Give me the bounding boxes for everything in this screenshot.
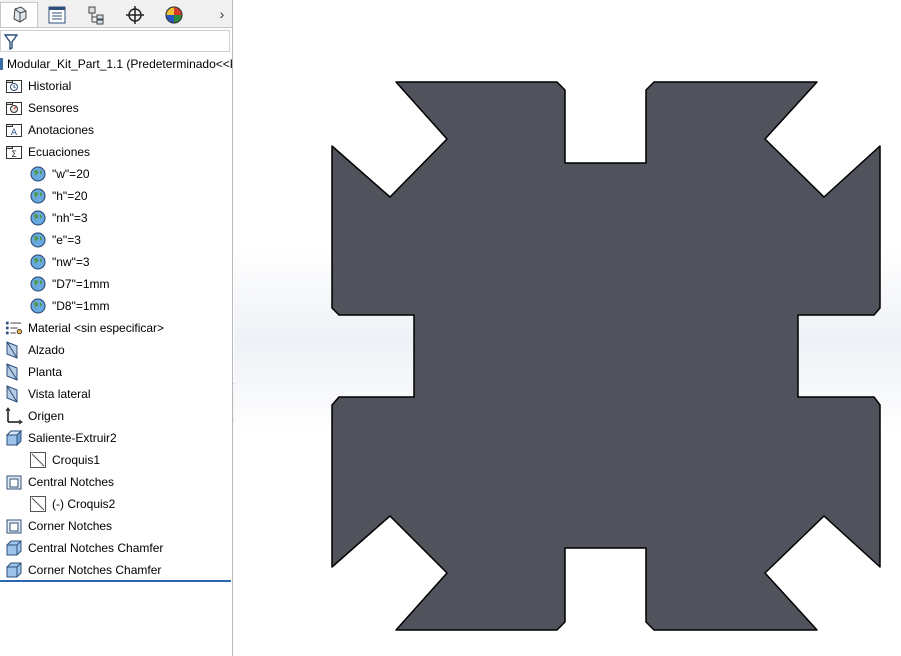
- tree-item-d8-1mm[interactable]: "D8"=1mm: [29, 296, 110, 316]
- tree-item-label: Croquis1: [52, 453, 101, 467]
- global-variable-icon: [29, 165, 47, 183]
- plane-icon: [5, 363, 23, 381]
- configuration-icon: [88, 6, 104, 24]
- tree-item-alzado[interactable]: Alzado: [5, 340, 65, 360]
- tree-item-nw-3[interactable]: "nw"=3: [29, 252, 90, 272]
- annotations-folder-icon: A: [5, 121, 23, 139]
- tree-item-label: "h"=20: [52, 189, 88, 203]
- chamfer-icon: [5, 561, 23, 579]
- feature-manager-panel: › Modular_Kit_Part_1.1 (Predeterminado<<…: [0, 0, 233, 656]
- tree-item-saliente-extruir2[interactable]: Saliente-Extruir2: [5, 428, 117, 448]
- tree-item-label: "D7"=1mm: [52, 277, 110, 291]
- tree-item-planta[interactable]: Planta: [5, 362, 62, 382]
- tree-item-central-notches[interactable]: Central Notches: [5, 472, 114, 492]
- global-variable-icon: [29, 209, 47, 227]
- equations-folder-icon: Σ: [5, 143, 23, 161]
- tree-item-label: Alzado: [28, 343, 65, 357]
- plane-icon: [5, 341, 23, 359]
- rollback-bar[interactable]: [0, 580, 231, 582]
- origin-icon: [5, 407, 23, 425]
- tree-item-label: "D8"=1mm: [52, 299, 110, 313]
- tree-item-label: "e"=3: [52, 233, 81, 247]
- tree-item-h-20[interactable]: "h"=20: [29, 186, 88, 206]
- chamfer-icon: [5, 539, 23, 557]
- tree-item-corner-notches-chamfer[interactable]: Corner Notches Chamfer: [5, 560, 161, 580]
- configuration-manager-tab[interactable]: [77, 2, 115, 27]
- tree-item-label: Central Notches: [28, 475, 115, 489]
- svg-text:A: A: [11, 128, 18, 138]
- tree-item-vista-lateral[interactable]: Vista lateral: [5, 384, 90, 404]
- history-folder-icon: [5, 77, 23, 95]
- tree-item-label: "nh"=3: [52, 211, 88, 225]
- dimxpert-manager-tab[interactable]: [116, 2, 154, 27]
- tree-item-material-sin-especificar[interactable]: Material <sin especificar>: [5, 318, 164, 338]
- tree-item-ecuaciones[interactable]: Σ Ecuaciones: [5, 142, 90, 162]
- display-manager-tab[interactable]: [155, 2, 193, 27]
- tree-item-central-notches-chamfer[interactable]: Central Notches Chamfer: [5, 538, 163, 558]
- tree-item-label: Origen: [28, 409, 65, 423]
- tree-item-label: Central Notches Chamfer: [28, 541, 164, 555]
- tree-item-d7-1mm[interactable]: "D7"=1mm: [29, 274, 110, 294]
- sensors-folder-icon: [5, 99, 23, 117]
- sketch-icon: [29, 495, 47, 513]
- tree-item-label: Saliente-Extruir2: [28, 431, 117, 445]
- part-body[interactable]: [331, 81, 881, 631]
- tree-root-part[interactable]: Modular_Kit_Part_1.1 (Predeterminado<<P: [0, 56, 233, 72]
- global-variable-icon: [29, 297, 47, 315]
- graphics-viewport[interactable]: [234, 0, 901, 656]
- tree-item-label: Corner Notches: [28, 519, 113, 533]
- tree-item-origen[interactable]: Origen: [5, 406, 64, 426]
- tree-item-sensores[interactable]: Sensores: [5, 98, 79, 118]
- tree-item-label: "w"=20: [52, 167, 90, 181]
- svg-text:Σ: Σ: [11, 150, 17, 160]
- tree-item-label: "nw"=3: [52, 255, 90, 269]
- tree-item-label: Material <sin especificar>: [28, 321, 165, 335]
- tree-item-label: Planta: [28, 365, 63, 379]
- part-model-view[interactable]: [234, 0, 901, 656]
- crosshair-icon: [126, 5, 144, 24]
- tree-item-corner-notches[interactable]: Corner Notches: [5, 516, 112, 536]
- cut-extrude-icon: [5, 517, 23, 535]
- tree-item-label: Anotaciones: [28, 123, 95, 137]
- tree-item-anotaciones[interactable]: A Anotaciones: [5, 120, 94, 140]
- cut-extrude-icon: [5, 473, 23, 491]
- plane-icon: [5, 385, 23, 403]
- property-list-icon: [48, 6, 66, 23]
- tree-item-label: Ecuaciones: [28, 145, 91, 159]
- tree-item-e-3[interactable]: "e"=3: [29, 230, 81, 250]
- manager-tab-bar: ›: [0, 0, 232, 28]
- tree-item-label: Vista lateral: [28, 387, 91, 401]
- tree-item-nh-3[interactable]: "nh"=3: [29, 208, 88, 228]
- tree-item-croquis2[interactable]: (-) Croquis2: [29, 494, 115, 514]
- filter-funnel-icon[interactable]: [4, 34, 18, 50]
- tree-item-label: Historial: [28, 79, 72, 93]
- global-variable-icon: [29, 275, 47, 293]
- tab-expand-arrow[interactable]: ›: [214, 4, 230, 24]
- global-variable-icon: [29, 253, 47, 271]
- tree-item-historial[interactable]: Historial: [5, 76, 71, 96]
- tree-root-label: Modular_Kit_Part_1.1 (Predeterminado<<P: [7, 57, 233, 71]
- tree-item-croquis1[interactable]: Croquis1: [29, 450, 100, 470]
- tree-item-label: Corner Notches Chamfer: [28, 563, 162, 577]
- tree-item-label: Sensores: [28, 101, 79, 115]
- sketch-icon: [29, 451, 47, 469]
- tree-filter-input[interactable]: [0, 30, 230, 52]
- tree-item-label: (-) Croquis2: [52, 497, 116, 511]
- property-manager-tab[interactable]: [38, 2, 76, 27]
- part-root-icon: [0, 58, 3, 70]
- material-icon: [5, 319, 23, 337]
- boss-extrude-icon: [5, 429, 23, 447]
- global-variable-icon: [29, 231, 47, 249]
- appearance-sphere-icon: [165, 6, 183, 23]
- global-variable-icon: [29, 187, 47, 205]
- parts-icon: [13, 6, 27, 23]
- tree-item-w-20[interactable]: "w"=20: [29, 164, 90, 184]
- feature-manager-tab[interactable]: [0, 2, 38, 27]
